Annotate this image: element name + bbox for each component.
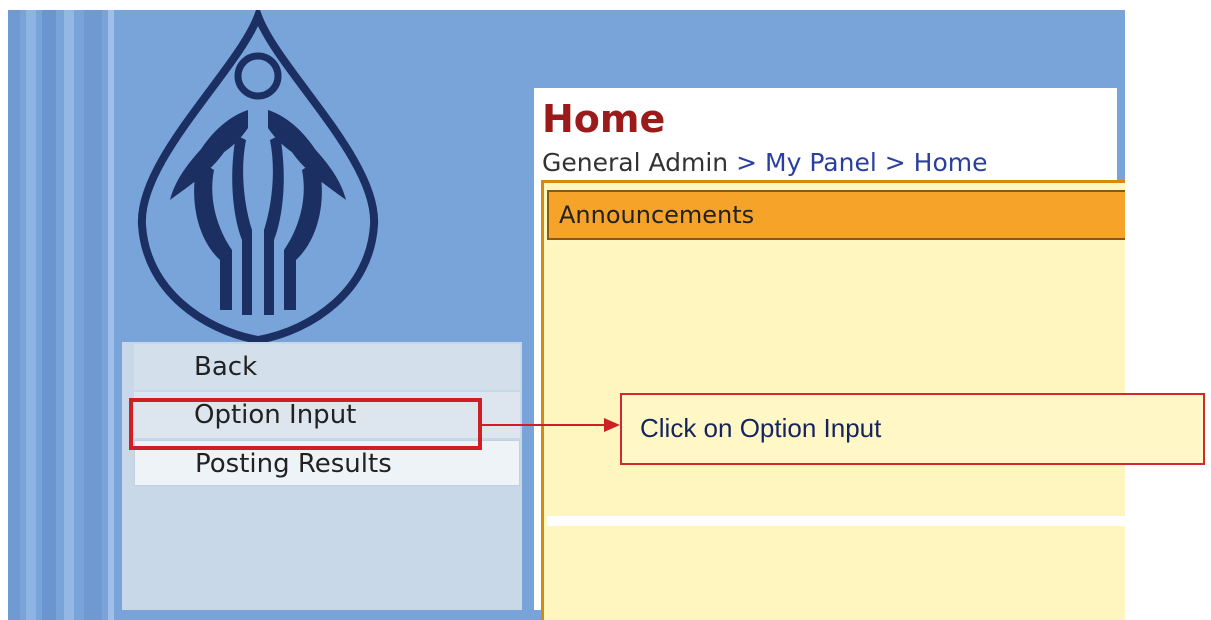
announcements-header: Announcements — [547, 190, 1125, 240]
decorative-stripe — [84, 10, 102, 620]
breadcrumb-my-panel[interactable]: My Panel — [765, 148, 877, 177]
breadcrumb-separator: > — [736, 148, 758, 177]
decorative-stripe — [8, 10, 20, 620]
page-title: Home — [542, 97, 666, 141]
announcements-divider — [547, 516, 1125, 526]
breadcrumb: General Admin > My Panel > Home — [542, 146, 987, 180]
breadcrumb-root: General Admin — [542, 148, 729, 177]
instruction-callout: Click on Option Input — [620, 393, 1205, 465]
decorative-stripe — [26, 10, 36, 620]
decorative-stripe — [108, 10, 114, 620]
logo-icon — [137, 10, 379, 345]
breadcrumb-separator: > — [884, 148, 906, 177]
decorative-stripe — [42, 10, 56, 620]
breadcrumb-home[interactable]: Home — [914, 148, 988, 177]
option-input-highlight — [129, 398, 482, 450]
menu-item-back[interactable]: Back — [134, 344, 520, 390]
decorative-stripe — [64, 10, 74, 620]
